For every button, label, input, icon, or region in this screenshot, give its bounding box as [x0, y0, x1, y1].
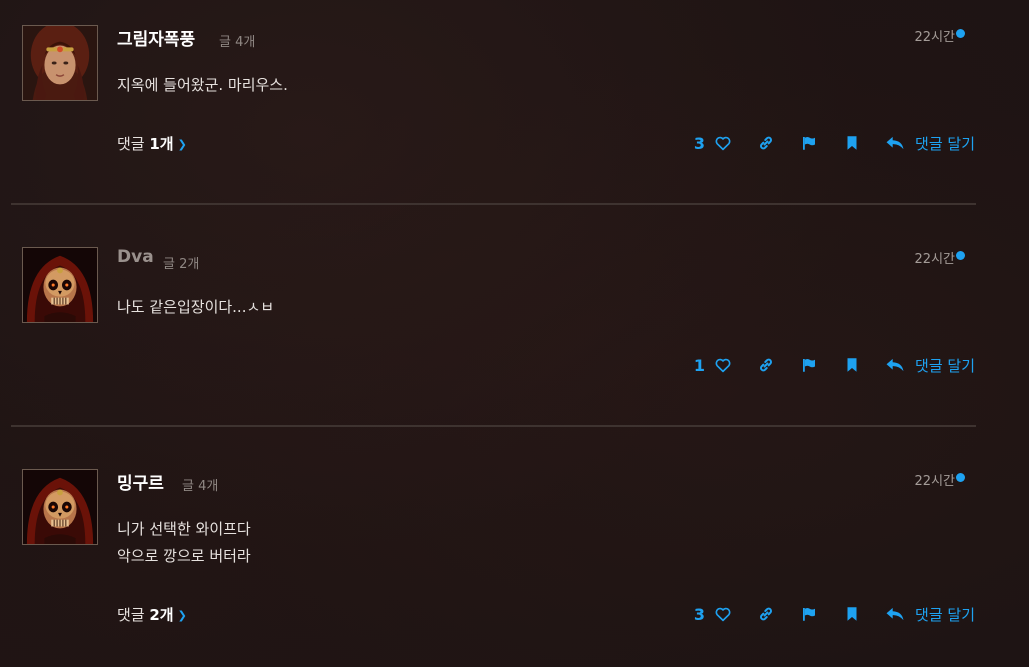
flag-icon[interactable]: [799, 355, 819, 375]
unread-dot: [956, 251, 965, 260]
unread-dot: [956, 29, 965, 38]
post: Dva 글 2개 22시간 나도 같은입장이다...ㅅㅂ 1 댓글 달기: [0, 222, 1029, 444]
replies-toggle[interactable]: 댓글 2개 ❯: [117, 604, 187, 625]
post: 그림자폭풍 글 4개 22시간 지옥에 들어왔군. 마리우스. 댓글 1개 ❯ 3…: [0, 0, 1029, 222]
post-actions: 3 댓글 달기: [694, 601, 975, 627]
heart-icon[interactable]: [713, 133, 733, 153]
replies-toggle[interactable]: 댓글 1개 ❯: [117, 133, 187, 154]
replies-label: 댓글: [117, 135, 150, 153]
post-count: 글 4개: [219, 35, 256, 50]
skull-portrait-icon: [23, 470, 97, 544]
bookmark-icon[interactable]: [842, 133, 862, 153]
reply-button[interactable]: 댓글 달기: [885, 604, 975, 625]
avatar[interactable]: [22, 247, 98, 323]
reply-icon: [886, 136, 904, 150]
like-count: 3: [693, 133, 706, 153]
reply-button[interactable]: 댓글 달기: [885, 133, 975, 154]
unread-dot: [956, 473, 965, 482]
bookmark-icon[interactable]: [842, 604, 862, 624]
skull-portrait-icon: [23, 248, 97, 322]
divider: [11, 425, 976, 427]
post-actions: 3 댓글 달기: [694, 130, 975, 156]
replies-label: 댓글: [117, 606, 150, 624]
chevron-down-icon: ❯: [177, 609, 187, 622]
reply-button[interactable]: 댓글 달기: [885, 355, 975, 376]
like-count: 1: [693, 355, 706, 375]
post-actions: 1 댓글 달기: [694, 352, 975, 378]
reply-icon: [886, 607, 904, 621]
post-count: 글 2개: [163, 257, 200, 272]
post-time[interactable]: 22시간: [915, 248, 955, 267]
post-count: 글 4개: [182, 479, 219, 494]
post-line: 니가 선택한 와이프다: [117, 520, 251, 538]
chevron-down-icon: ❯: [177, 138, 187, 151]
username[interactable]: Dva: [117, 247, 154, 267]
reply-label: 댓글 달기: [915, 605, 975, 624]
avatar[interactable]: [22, 25, 98, 101]
bookmark-icon[interactable]: [842, 355, 862, 375]
divider: [11, 203, 976, 205]
heart-icon[interactable]: [713, 355, 733, 375]
heart-icon[interactable]: [713, 604, 733, 624]
post-line: 악으로 깡으로 버터라: [117, 547, 251, 565]
replies-count: 1개: [149, 135, 174, 153]
post-time[interactable]: 22시간: [915, 26, 955, 45]
post-body: 나도 같은입장이다...ㅅㅂ: [117, 294, 274, 321]
reply-label: 댓글 달기: [915, 356, 975, 375]
link-icon[interactable]: [756, 133, 776, 153]
username[interactable]: 그림자폭풍: [117, 25, 195, 50]
post-line: 나도 같은입장이다...ㅅㅂ: [117, 298, 275, 316]
avatar[interactable]: [22, 469, 98, 545]
post-line: 지옥에 들어왔군. 마리우스.: [117, 76, 288, 94]
post-body: 지옥에 들어왔군. 마리우스.: [117, 72, 288, 99]
flag-icon[interactable]: [799, 133, 819, 153]
post-time[interactable]: 22시간: [915, 470, 955, 489]
like-count: 3: [693, 604, 706, 624]
post-body: 니가 선택한 와이프다 악으로 깡으로 버터라: [117, 516, 251, 570]
link-icon[interactable]: [756, 604, 776, 624]
username[interactable]: 밍구르: [117, 469, 164, 494]
link-icon[interactable]: [756, 355, 776, 375]
reply-label: 댓글 달기: [915, 134, 975, 153]
reply-icon: [886, 358, 904, 372]
replies-count: 2개: [149, 606, 174, 624]
post: 밍구르 글 4개 22시간 니가 선택한 와이프다 악으로 깡으로 버터라 댓글…: [0, 444, 1029, 666]
sorceress-portrait-icon: [23, 26, 97, 100]
flag-icon[interactable]: [799, 604, 819, 624]
